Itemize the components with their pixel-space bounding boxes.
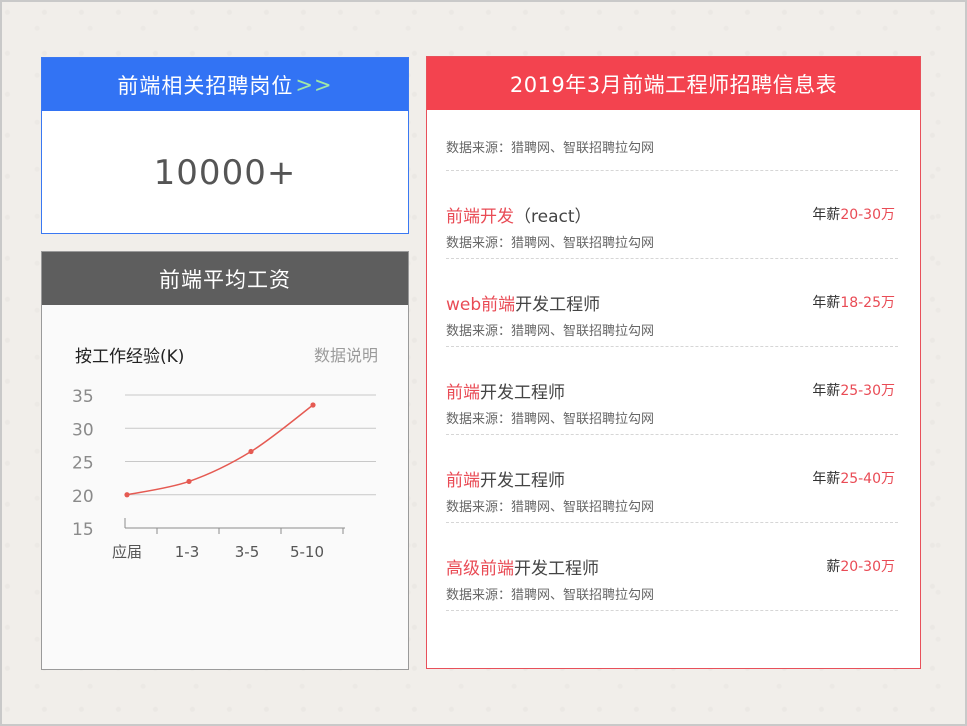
- job-list-item[interactable]: H5前端开发工程师年薪20-25万数据来源：猎聘网、智联招聘拉勾网: [446, 611, 898, 646]
- salary-prefix: 年薪: [812, 295, 841, 311]
- job-source: 数据来源：猎聘网、智联招聘拉勾网: [446, 412, 655, 427]
- y-tick-label: 35: [72, 387, 94, 407]
- jobs-count-value: 10000+: [153, 153, 297, 193]
- job-salary: 年薪20-30万: [812, 204, 895, 224]
- job-list-title: 2019年3月前端工程师招聘信息表: [427, 57, 920, 110]
- data-point: [186, 478, 192, 485]
- job-title-highlight: 前端开发: [446, 207, 514, 227]
- salary-value: 25-40万: [840, 471, 895, 487]
- job-source: 数据来源：猎聘网、智联招聘拉勾网: [446, 324, 655, 339]
- salary-card: 前端平均工资 按工作经验(K) 数据说明 35 30 25 20 15 应届 1-3 3-5 5…: [41, 251, 409, 670]
- job-title-highlight: web前端: [446, 295, 516, 315]
- x-tick-label: 应届: [112, 543, 142, 561]
- job-title-highlight: 高级前端: [446, 559, 514, 579]
- x-tick-label: 5-10: [290, 543, 324, 561]
- job-list-item[interactable]: 前端开发（react） 年薪20-30万数据来源：猎聘网、智联招聘拉勾网: [446, 171, 898, 259]
- x-tick-label: 3-5: [235, 543, 260, 561]
- job-source: 数据来源：猎聘网、智联招聘拉勾网: [446, 236, 655, 251]
- job-title[interactable]: 前端开发工程师: [446, 378, 565, 403]
- jobs-card-title: 前端相关招聘岗位: [117, 73, 294, 98]
- salary-value: 25-30万: [840, 383, 895, 399]
- salary-card-title: 前端平均工资: [42, 252, 408, 305]
- job-title[interactable]: 高级前端开发工程师: [446, 554, 599, 579]
- job-title-rest: 开发工程师: [514, 559, 599, 579]
- job-source: 数据来源：猎聘网、智联招聘拉勾网: [446, 588, 655, 603]
- y-tick-label: 30: [72, 420, 94, 440]
- jobs-card-header[interactable]: 前端相关招聘岗位 >>: [42, 58, 408, 111]
- job-salary: 年薪25-40万: [812, 468, 895, 488]
- job-source: 数据来源：猎聘网、智联招聘拉勾网: [446, 141, 655, 156]
- job-salary: 年薪20-25万: [812, 644, 895, 646]
- job-list-item[interactable]: web前端开发工程师 年薪18-25万数据来源：猎聘网、智联招聘拉勾网: [446, 259, 898, 347]
- job-title-rest: 开发工程师: [515, 295, 601, 315]
- jobs-count-card: 前端相关招聘岗位 >> 10000+: [41, 57, 409, 234]
- job-title[interactable]: 前端开发（react）: [446, 202, 592, 227]
- job-salary: 年薪18-25万: [812, 292, 895, 312]
- salary-prefix: 年薪: [812, 383, 841, 399]
- job-salary: 薪20-30万: [826, 556, 895, 576]
- more-arrow-icon[interactable]: >>: [295, 73, 332, 97]
- y-tick-label: 15: [72, 520, 94, 540]
- job-title-rest: 开发工程师: [480, 471, 565, 491]
- job-title[interactable]: web前端开发工程师: [446, 290, 600, 315]
- salary-prefix: 年薪: [812, 207, 841, 223]
- salary-prefix: 年薪: [812, 471, 841, 487]
- job-title-rest: 开发工程师: [480, 383, 565, 403]
- y-tick-label: 25: [72, 454, 94, 474]
- salary-line-chart: 35 30 25 20 15 应届 1-3 3-5 5-10: [72, 387, 376, 561]
- job-title[interactable]: 前端开发工程师: [446, 466, 565, 491]
- job-list: 数据来源：猎聘网、智联招聘拉勾网 前端开发（react） 年薪20-30万 数据来源：…: [446, 110, 898, 646]
- salary-value: 20-30万: [840, 559, 895, 575]
- job-salary: 年薪25-30万: [812, 380, 895, 400]
- data-point: [124, 492, 130, 498]
- job-list-item[interactable]: 高级前端开发工程师 薪20-30万数据来源：猎聘网、智联招聘拉勾网: [446, 523, 898, 611]
- job-list-card: 2019年3月前端工程师招聘信息表 数据来源：猎聘网、智联招聘拉勾网 前端开发（r…: [426, 56, 921, 669]
- job-list-item[interactable]: 前端开发工程师 年薪25-30万数据来源：猎聘网、智联招聘拉勾网: [446, 347, 898, 435]
- job-title-highlight: 前端: [446, 383, 480, 403]
- job-list-item[interactable]: 前端开发工程师 年薪25-40万数据来源：猎聘网、智联招聘拉勾网: [446, 435, 898, 523]
- job-title[interactable]: H5前端开发工程师: [446, 642, 589, 646]
- series-line: [126, 404, 314, 496]
- job-list-item[interactable]: 数据来源：猎聘网、智联招聘拉勾网: [446, 110, 898, 171]
- salary-prefix: 薪: [826, 559, 841, 575]
- salary-value: 18-25万: [840, 295, 895, 311]
- salary-value: 20-30万: [840, 207, 895, 223]
- y-tick-label: 20: [72, 487, 94, 507]
- job-title-rest: （react）: [514, 207, 592, 227]
- job-source: 数据来源：猎聘网、智联招聘拉勾网: [446, 500, 655, 515]
- data-point: [248, 448, 254, 455]
- job-title-highlight: 前端: [446, 471, 480, 491]
- x-tick-label: 1-3: [175, 543, 200, 561]
- data-point: [310, 402, 316, 408]
- job-list-scroll[interactable]: 数据来源：猎聘网、智联招聘拉勾网 前端开发（react） 年薪20-30万 数据来源：…: [427, 110, 920, 646]
